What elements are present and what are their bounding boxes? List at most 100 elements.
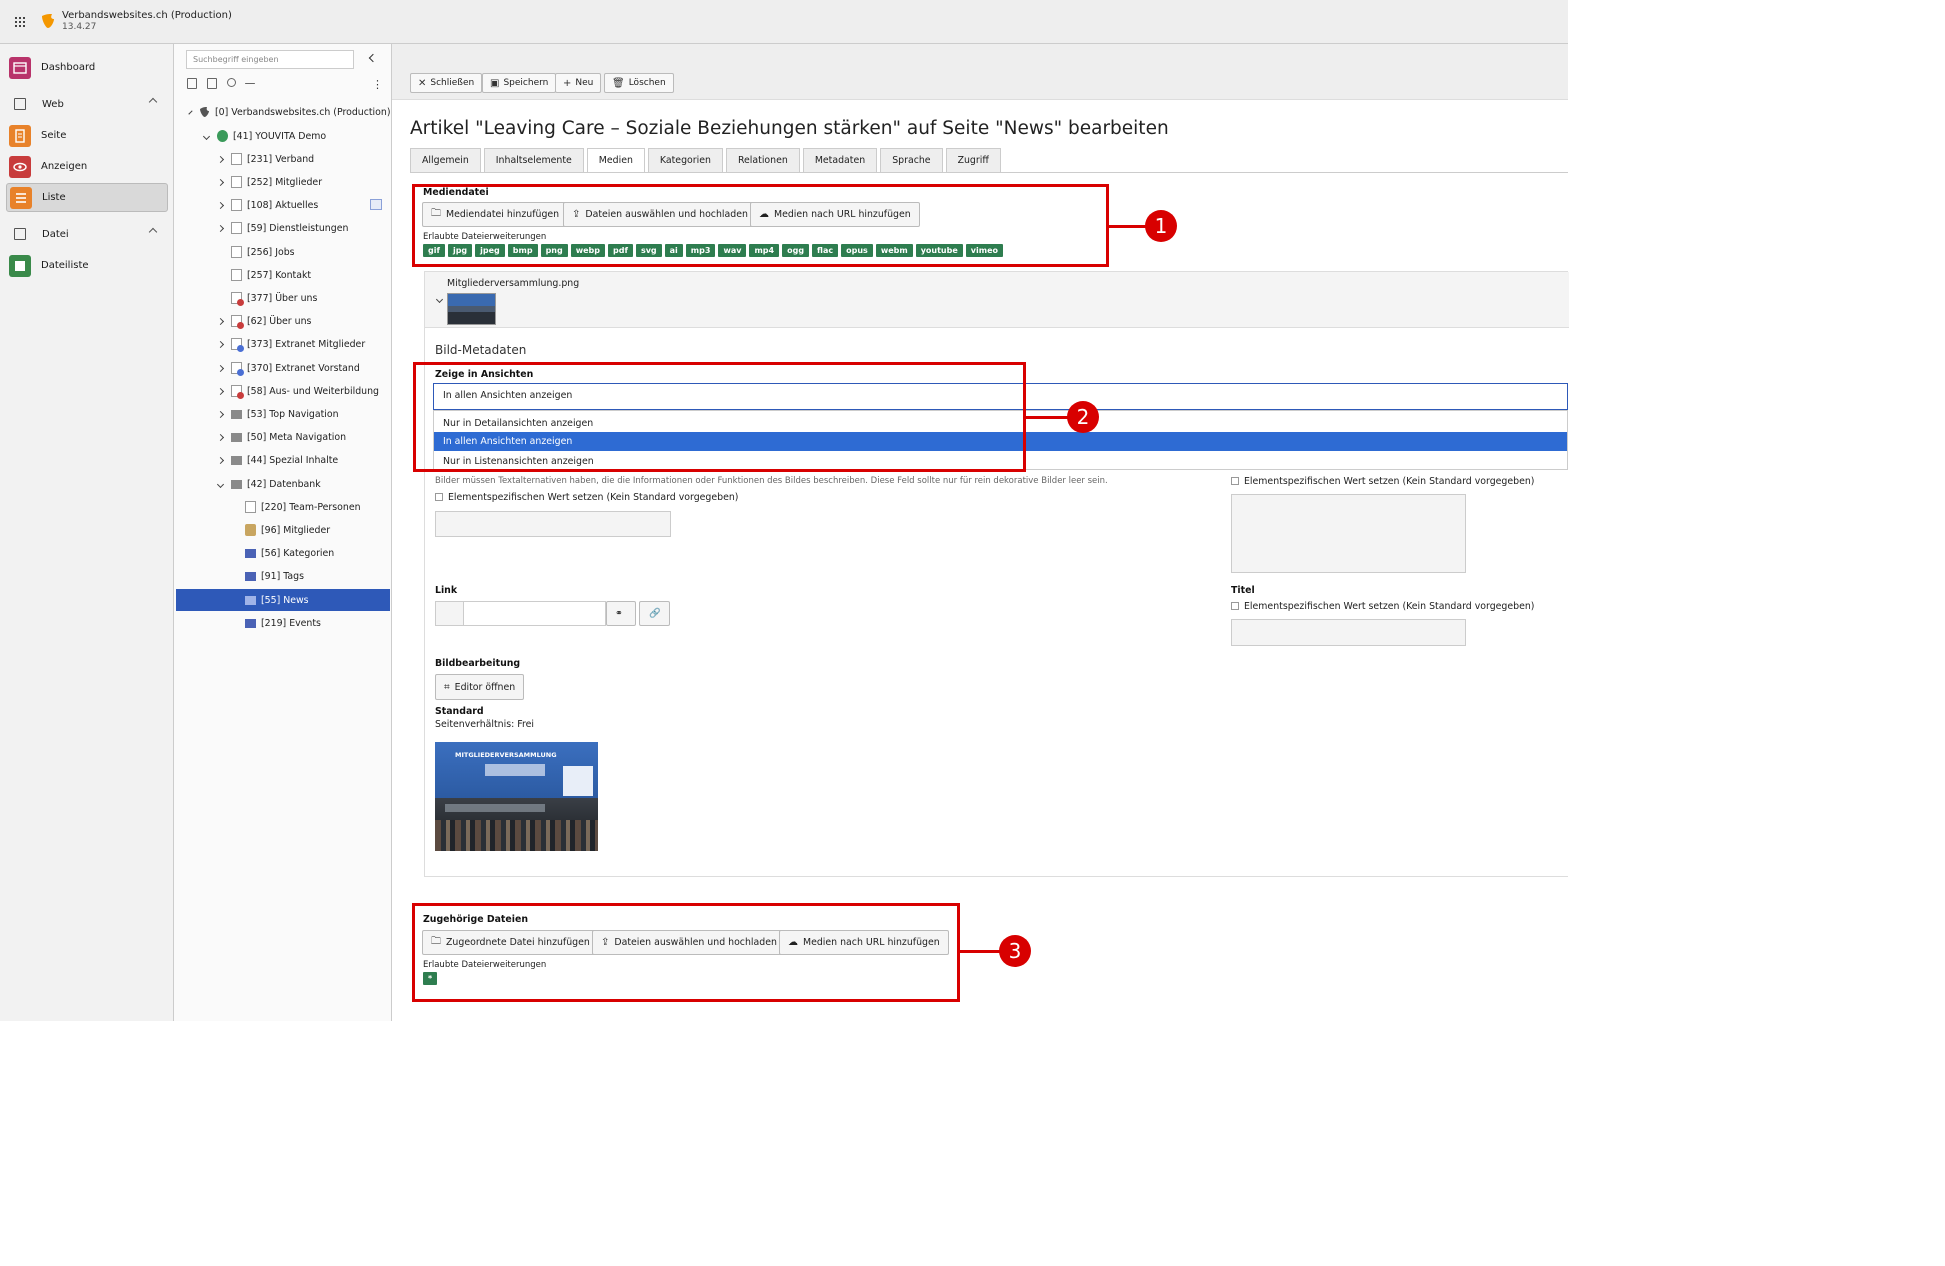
alt-text-input[interactable]	[435, 511, 671, 537]
app-grid-icon[interactable]	[15, 17, 25, 27]
element-specific-checkbox-titel[interactable]: Elementspezifischen Wert setzen (Kein St…	[1231, 601, 1534, 612]
crop-icon: ⌗	[444, 681, 450, 693]
module-liste[interactable]: Liste	[6, 183, 168, 212]
tree-node-label: [373] Extranet Mitglieder	[247, 338, 366, 350]
tree-node[interactable]: [56] Kategorien	[232, 542, 390, 564]
chevron-right-icon[interactable]	[216, 456, 225, 464]
tree-node[interactable]: [219] Events	[232, 612, 390, 634]
tree-node[interactable]: [42] Datenbank	[216, 473, 390, 495]
checkbox-icon[interactable]	[1231, 602, 1239, 610]
checkbox-icon[interactable]	[435, 493, 443, 501]
tree-node-label: [377] Über uns	[247, 292, 318, 304]
open-editor-button[interactable]: ⌗ Editor öffnen	[435, 674, 525, 700]
page-hidden-icon	[231, 292, 244, 306]
module-group-label: Web	[42, 98, 64, 110]
folder-icon	[231, 432, 242, 442]
module-anzeigen[interactable]: Anzeigen	[6, 152, 168, 181]
tree-node[interactable]: [256] Jobs	[218, 241, 390, 263]
tree-node[interactable]: [257] Kontakt	[218, 264, 390, 286]
delete-button[interactable]: 🗑 Löschen	[604, 73, 674, 93]
tree-node[interactable]: [377] Über uns	[218, 287, 390, 309]
chevron-right-icon[interactable]	[216, 433, 225, 441]
trash-icon: 🗑	[612, 77, 625, 89]
page-icon	[245, 501, 256, 513]
tree-node[interactable]: [50] Meta Navigation	[216, 426, 390, 448]
chevron-right-icon[interactable]	[216, 364, 225, 372]
tree-node[interactable]: [373] Extranet Mitglieder	[216, 333, 390, 355]
new-page-icon[interactable]	[187, 78, 197, 89]
checkbox-icon[interactable]	[1231, 477, 1239, 485]
chevron-right-icon[interactable]	[216, 155, 225, 163]
tree-node[interactable]: [62] Über uns	[216, 310, 390, 332]
tree-node[interactable]: [108] Aktuelles	[216, 194, 390, 216]
titel-label: Titel	[1231, 585, 1255, 596]
tab-allgemein[interactable]: Allgemein	[410, 148, 481, 172]
new-page-special-icon[interactable]	[207, 78, 217, 89]
tree-node[interactable]: [53] Top Navigation	[216, 403, 390, 425]
annotation-box-2	[413, 362, 1026, 472]
tab-sprache[interactable]: Sprache	[880, 148, 943, 172]
more-options-icon[interactable]: ⋮	[372, 78, 383, 91]
tree-node[interactable]: [59] Dienstleistungen	[216, 217, 390, 239]
chevron-down-icon[interactable]	[202, 132, 211, 140]
module-label: Liste	[42, 192, 66, 203]
collapse-tree-icon[interactable]	[368, 53, 378, 63]
button-label: Speichern	[503, 78, 549, 88]
tree-node-label: [257] Kontakt	[247, 269, 312, 281]
tree-node[interactable]: [370] Extranet Vorstand	[216, 357, 390, 379]
chevron-right-icon[interactable]	[216, 387, 225, 395]
chevron-right-icon[interactable]	[216, 317, 225, 325]
tab-kategorien[interactable]: Kategorien	[647, 148, 723, 172]
tree-node[interactable]: [0] Verbandswebsites.ch (Production)	[188, 101, 391, 123]
chevron-up-icon[interactable]	[148, 97, 158, 107]
link-clear-button[interactable]: ⚭	[606, 601, 636, 626]
module-dashboard[interactable]: Dashboard	[6, 53, 168, 82]
link-browser-button[interactable]: 🔗	[639, 601, 670, 626]
chevron-right-icon[interactable]	[216, 201, 225, 209]
chevron-down-icon[interactable]	[435, 295, 444, 304]
page-tree: Suchbegriff eingeben ⋮ [0] Verbandswebsi…	[174, 44, 392, 1021]
tree-node[interactable]: [220] Team-Personen	[232, 496, 390, 518]
description-textarea[interactable]	[1231, 494, 1466, 573]
tree-node[interactable]: [231] Verband	[216, 148, 390, 170]
module-group-web[interactable]: Web	[6, 93, 168, 115]
divider-icon[interactable]	[245, 83, 255, 84]
tree-node[interactable]: [58] Aus- und Weiterbildung	[216, 380, 390, 402]
tree-node-selected[interactable]: [55] News	[176, 589, 390, 611]
module-seite[interactable]: Seite	[6, 121, 168, 150]
list-icon	[10, 186, 32, 209]
tree-node[interactable]: [41] YOUVITA Demo	[202, 125, 390, 147]
media-item-header[interactable]: Mitgliederversammlung.png	[425, 272, 1569, 328]
chevron-right-icon[interactable]	[216, 224, 225, 232]
tree-node[interactable]: [96] Mitglieder	[232, 519, 390, 541]
chevron-right-icon[interactable]	[216, 178, 225, 186]
module-dateiliste[interactable]: Dateiliste	[6, 251, 168, 280]
checkbox-label: Elementspezifischen Wert setzen (Kein St…	[448, 492, 739, 503]
tab-zugriff[interactable]: Zugriff	[945, 148, 1001, 172]
save-button[interactable]: ▣ Speichern	[482, 73, 557, 93]
titel-input[interactable]	[1231, 619, 1466, 646]
close-button[interactable]: ✕ Schließen	[410, 73, 483, 93]
tree-node-label: [50] Meta Navigation	[247, 431, 347, 443]
site-name[interactable]: Verbandswebsites.ch (Production)	[62, 10, 232, 21]
element-specific-checkbox-right[interactable]: Elementspezifischen Wert setzen (Kein St…	[1231, 476, 1534, 487]
chevron-down-icon[interactable]	[188, 109, 193, 115]
tab-relationen[interactable]: Relationen	[725, 148, 800, 172]
link-input[interactable]	[463, 601, 606, 626]
tab-metadaten[interactable]: Metadaten	[802, 148, 878, 172]
link-page-icon[interactable]	[227, 78, 236, 87]
module-group-datei[interactable]: Datei	[6, 223, 168, 245]
chevron-down-icon[interactable]	[216, 480, 225, 488]
tree-node[interactable]: [44] Spezial Inhalte	[216, 449, 390, 471]
element-specific-checkbox[interactable]: Elementspezifischen Wert setzen (Kein St…	[435, 492, 738, 503]
tree-node[interactable]: [252] Mitglieder	[216, 171, 390, 193]
tree-node[interactable]: [91] Tags	[232, 565, 390, 587]
module-menu: Dashboard Web Seite Anzeigen Liste Datei…	[0, 44, 174, 1021]
tab-medien[interactable]: Medien	[586, 148, 645, 172]
chevron-right-icon[interactable]	[216, 410, 225, 418]
chevron-up-icon[interactable]	[148, 227, 158, 237]
tab-inhaltselemente[interactable]: Inhaltselemente	[483, 148, 584, 172]
tree-search-input[interactable]: Suchbegriff eingeben	[186, 50, 354, 69]
new-button[interactable]: + Neu	[555, 73, 602, 93]
chevron-right-icon[interactable]	[216, 340, 225, 348]
